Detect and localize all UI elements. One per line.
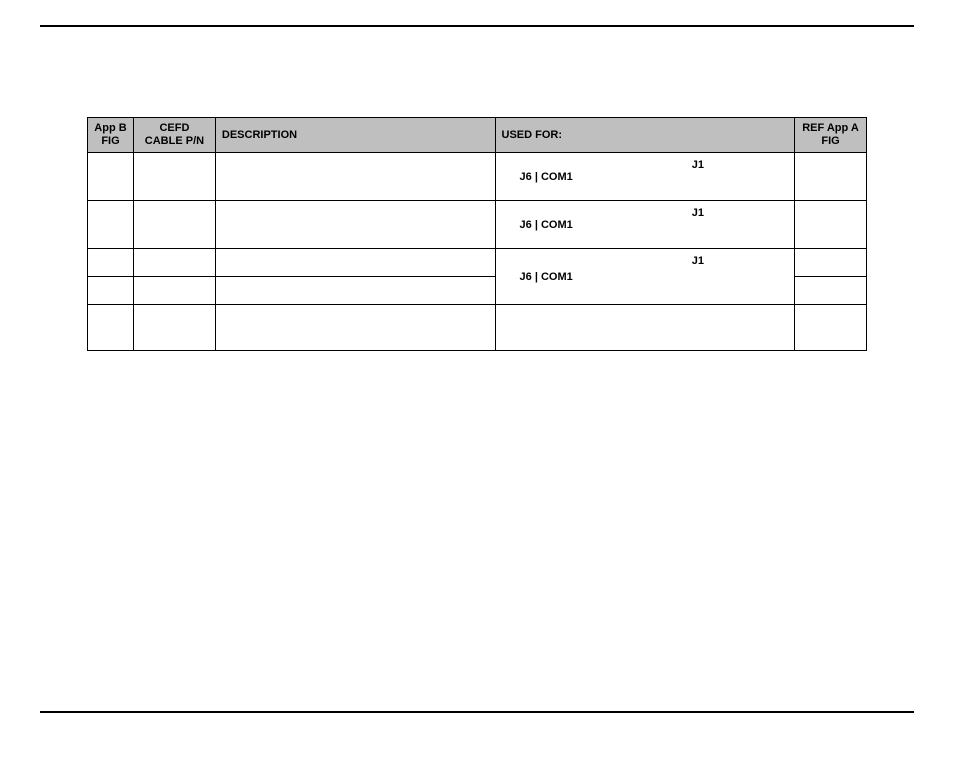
cell-appb [88, 201, 134, 249]
cell-used: J6 | COM1 J1 [495, 153, 795, 201]
cell-cefd [133, 201, 215, 249]
cell-appb [88, 249, 134, 277]
cell-refa [795, 249, 867, 277]
cell-desc [215, 201, 495, 249]
th-used-for: USED FOR: [495, 118, 795, 153]
table-row: J6 | COM1 J1 [88, 153, 867, 201]
cell-refa [795, 153, 867, 201]
used-right-label: J1 [692, 159, 704, 171]
table-row: J6 | COM1 J1 [88, 201, 867, 249]
used-left-label: J6 | COM1 [520, 171, 573, 183]
th-ref-appa: REF App A FIG [795, 118, 867, 153]
used-right-label: J1 [692, 207, 704, 219]
cell-cefd [133, 277, 215, 305]
cell-appb [88, 277, 134, 305]
th-appb-fig: App B FIG [88, 118, 134, 153]
table-row [88, 305, 867, 351]
used-right-label: J1 [692, 255, 704, 267]
cell-appb [88, 305, 134, 351]
cell-desc [215, 249, 495, 277]
cell-used: J6 | COM1 J1 [495, 201, 795, 249]
cell-cefd [133, 305, 215, 351]
cell-cefd [133, 153, 215, 201]
cell-desc [215, 277, 495, 305]
page-content: App B FIG CEFD CABLE P/N DESCRIPTION USE… [0, 27, 954, 381]
used-left-label: J6 | COM1 [520, 271, 573, 283]
table-body: J6 | COM1 J1 J6 | COM1 J1 [88, 153, 867, 351]
footer-rule [40, 711, 914, 713]
th-description: DESCRIPTION [215, 118, 495, 153]
cell-desc [215, 305, 495, 351]
cell-cefd [133, 249, 215, 277]
cell-refa [795, 277, 867, 305]
table-row: J6 | COM1 J1 [88, 249, 867, 277]
cable-table: App B FIG CEFD CABLE P/N DESCRIPTION USE… [87, 117, 867, 351]
cell-used: J6 | COM1 J1 [495, 249, 795, 305]
cell-used [495, 305, 795, 351]
table-header-row: App B FIG CEFD CABLE P/N DESCRIPTION USE… [88, 118, 867, 153]
cell-appb [88, 153, 134, 201]
cell-refa [795, 201, 867, 249]
cell-refa [795, 305, 867, 351]
cell-desc [215, 153, 495, 201]
used-left-label: J6 | COM1 [520, 219, 573, 231]
th-cefd-cable: CEFD CABLE P/N [133, 118, 215, 153]
